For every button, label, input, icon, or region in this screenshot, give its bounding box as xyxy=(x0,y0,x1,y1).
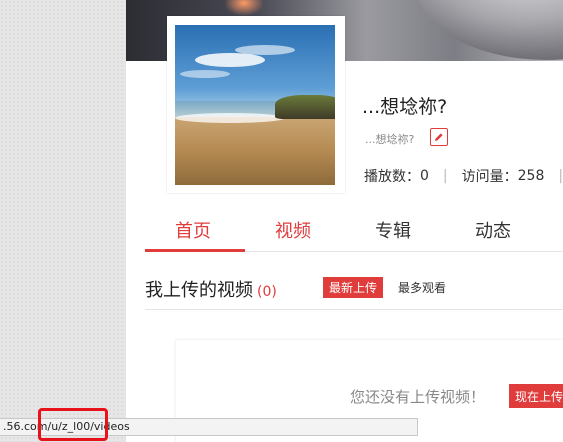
banner-record-disc xyxy=(416,0,563,60)
highlight-annotation-box xyxy=(38,408,108,441)
uploaded-videos-header: 我上传的视频 (0) 最新上传 最多观看 xyxy=(145,274,563,310)
banner-glow xyxy=(224,0,264,16)
stat-divider: | xyxy=(558,168,563,184)
tab-videos[interactable]: 视频 xyxy=(275,217,311,243)
upload-now-button[interactable]: 现在上传 xyxy=(509,384,563,408)
sort-most-viewed-button[interactable]: 最多观看 xyxy=(398,279,446,296)
edit-signature-button[interactable] xyxy=(430,128,448,146)
avatar[interactable] xyxy=(175,25,335,185)
avatar-cloud xyxy=(235,45,295,55)
stat-play-label: 播放数 xyxy=(364,169,406,185)
video-count: (0) xyxy=(257,284,277,300)
profile-tabs: 首页 视频 专辑 动态 xyxy=(145,212,563,252)
profile-signature: ...想埝祢? xyxy=(365,133,415,146)
avatar-sand xyxy=(175,117,335,185)
stat-visit-label: 访问量 xyxy=(461,169,504,185)
pencil-icon xyxy=(435,133,443,141)
sort-latest-button[interactable]: 最新上传 xyxy=(323,277,383,298)
avatar-cloud xyxy=(180,70,230,78)
stat-divider: | xyxy=(442,168,448,184)
tab-home[interactable]: 首页 xyxy=(175,217,211,243)
profile-username: ...想埝祢? xyxy=(362,96,448,118)
section-title-text: 我上传的视频 xyxy=(145,280,253,301)
section-title: 我上传的视频 (0) xyxy=(145,276,277,302)
empty-state-message: 您还没有上传视频！ xyxy=(350,388,486,406)
active-tab-indicator xyxy=(145,249,245,252)
avatar-frame xyxy=(167,16,345,193)
tab-albums[interactable]: 专辑 xyxy=(375,217,411,243)
avatar-rocks xyxy=(275,95,335,119)
avatar-foam xyxy=(175,113,285,123)
avatar-cloud xyxy=(195,53,265,67)
tab-activity[interactable]: 动态 xyxy=(475,217,511,243)
profile-stats: 播放数 ： 0 | 访问量 ： 258 | xyxy=(364,168,563,185)
left-background xyxy=(0,0,126,442)
stat-visit-value: 258 xyxy=(517,168,545,184)
stat-play-value: 0 xyxy=(420,168,429,184)
